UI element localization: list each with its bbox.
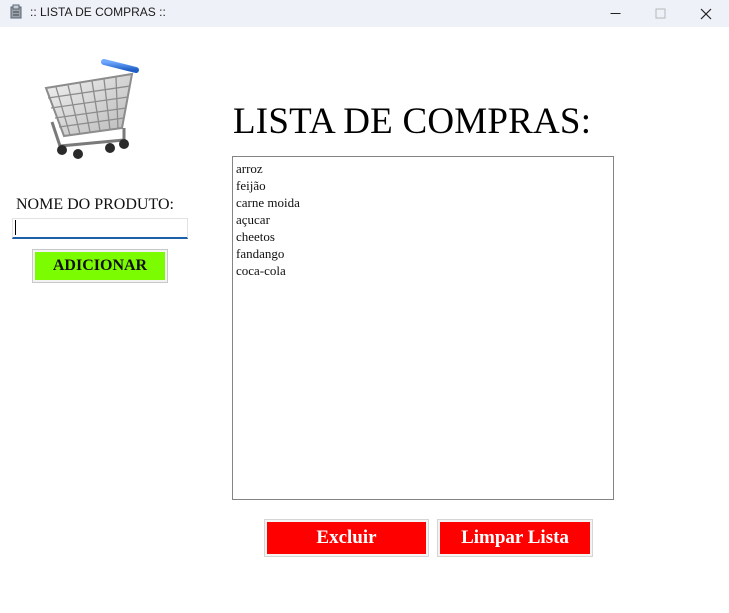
minimize-button[interactable] — [592, 0, 638, 27]
window-title: :: LISTA DE COMPRAS :: — [30, 5, 166, 19]
list-item[interactable]: fandango — [236, 245, 610, 262]
product-name-input[interactable] — [12, 218, 188, 239]
shopping-cart-icon — [44, 59, 139, 159]
list-item[interactable]: carne moida — [236, 194, 610, 211]
maximize-button[interactable] — [637, 0, 683, 27]
list-item[interactable]: açucar — [236, 211, 610, 228]
close-button[interactable] — [683, 0, 729, 27]
close-icon — [700, 8, 712, 19]
list-item[interactable]: cheetos — [236, 228, 610, 245]
add-button-label: ADICIONAR — [35, 252, 165, 280]
minimize-icon — [610, 13, 620, 14]
title-bar: :: LISTA DE COMPRAS :: — [0, 0, 729, 27]
app-icon — [10, 4, 22, 19]
delete-button[interactable]: Excluir — [264, 519, 429, 557]
list-item[interactable]: feijão — [236, 177, 610, 194]
list-item[interactable]: arroz — [236, 160, 610, 177]
shopping-list[interactable]: arroz feijão carne moida açucar cheetos … — [232, 156, 614, 500]
clear-list-button-label: Limpar Lista — [440, 522, 590, 554]
product-name-label: NOME DO PRODUTO: — [16, 196, 174, 213]
maximize-icon — [655, 8, 665, 19]
list-item[interactable]: coca-cola — [236, 262, 610, 279]
text-caret — [15, 220, 16, 235]
clear-list-button[interactable]: Limpar Lista — [437, 519, 593, 557]
delete-button-label: Excluir — [267, 522, 426, 554]
add-button[interactable]: ADICIONAR — [32, 249, 168, 283]
list-heading: LISTA DE COMPRAS: — [233, 101, 592, 142]
